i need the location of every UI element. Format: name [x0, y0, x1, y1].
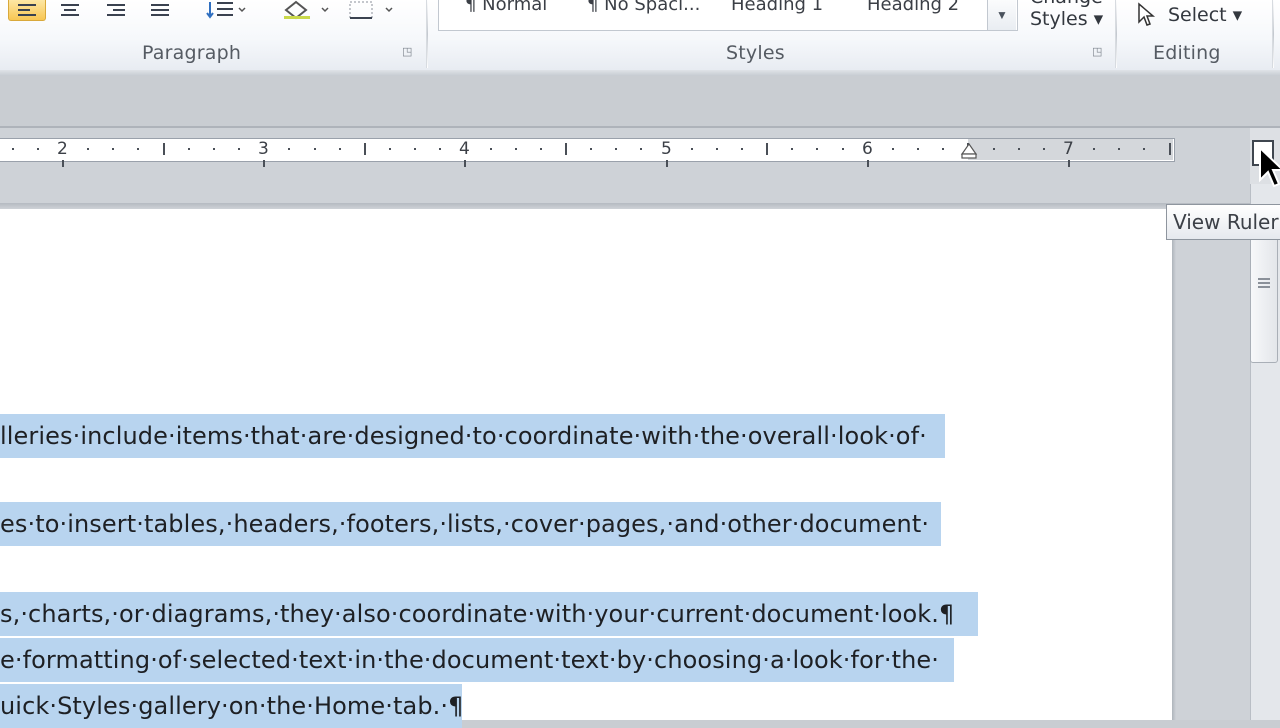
ruler-dot-mark	[288, 148, 290, 150]
line-spacing-button[interactable]	[204, 0, 252, 20]
shading-bucket-icon	[284, 0, 329, 20]
group-separator	[1115, 0, 1117, 68]
selected-text-line[interactable]: lleries·include·items·that·are·designed·…	[0, 414, 945, 458]
gallery-more-button[interactable]: ▼	[987, 0, 1016, 30]
justify-button[interactable]	[146, 0, 174, 20]
ruler-inch-tick	[1068, 160, 1070, 167]
change-styles-button[interactable]: Styles ▾	[1030, 8, 1103, 30]
style-heading-1[interactable]: Heading 1	[731, 0, 823, 20]
paragraph-group-label: Paragraph	[142, 42, 242, 64]
borders-icon	[349, 1, 393, 19]
borders-button[interactable]	[344, 0, 400, 20]
ruler-dot-mark	[892, 148, 894, 150]
ruler-dot-mark	[414, 148, 416, 150]
ruler-dot-mark	[691, 148, 693, 150]
ruler-dot-mark	[640, 148, 642, 150]
selected-text-line[interactable]: es·to·insert·tables,·headers,·footers,·l…	[0, 502, 941, 546]
mouse-pointer-icon	[1259, 146, 1280, 188]
ruler-dot-mark	[615, 148, 617, 150]
selected-text-line[interactable]: uick·Styles·gallery·on·the·Home·tab.·¶	[0, 684, 463, 728]
justify-icon	[151, 4, 169, 16]
quick-styles-gallery[interactable]: ¶ Normal ¶ No Spaci... Heading 1 Heading…	[438, 0, 1018, 31]
selected-text-line[interactable]: s,·charts,·or·diagrams,·they·also·coordi…	[0, 592, 978, 636]
ruler-number: 3	[258, 139, 269, 159]
ruler-number: 5	[661, 139, 672, 159]
ruler-inch-tick	[263, 160, 265, 167]
ruler-half-inch-mark	[766, 143, 768, 155]
toolbar-band	[0, 76, 1280, 128]
page-gutter	[1172, 209, 1250, 720]
align-right-icon	[107, 4, 125, 16]
ruler-inch-tick	[867, 160, 869, 167]
group-separator	[426, 0, 428, 68]
view-ruler-tooltip: View Ruler	[1166, 204, 1280, 240]
change-styles-top-label[interactable]: Change	[1030, 0, 1103, 8]
group-separator	[1272, 0, 1274, 68]
scrollbar-grip-icon	[1258, 278, 1270, 290]
align-right-button[interactable]	[102, 0, 130, 20]
ruler-dot-mark	[389, 148, 391, 150]
styles-group-label: Styles	[726, 42, 785, 64]
ruler-dot-mark	[213, 148, 215, 150]
ruler-dot-mark	[188, 148, 190, 150]
ruler-number: 4	[459, 139, 470, 159]
right-indent-marker-icon[interactable]	[960, 142, 978, 160]
align-left-button[interactable]	[8, 0, 46, 21]
style-normal[interactable]: ¶ Normal	[465, 0, 547, 20]
editing-group-label: Editing	[1153, 42, 1221, 64]
ruler-dot-mark	[1093, 148, 1095, 150]
ruler-half-inch-mark	[364, 143, 366, 155]
styles-dialog-launcher-icon[interactable]: ◳	[1092, 46, 1105, 59]
align-center-icon	[61, 4, 79, 16]
ruler-dot-mark	[1118, 148, 1120, 150]
align-center-button[interactable]	[56, 0, 84, 20]
ruler-half-inch-mark	[163, 143, 165, 155]
ruler-dot-mark	[816, 148, 818, 150]
select-cursor-icon	[1138, 2, 1156, 26]
select-button[interactable]: Select ▾	[1168, 4, 1242, 26]
page-edge-shadow	[1172, 209, 1176, 720]
ruler-dot-mark	[741, 148, 743, 150]
ruler-dot-mark	[1043, 148, 1045, 150]
ruler-dot-mark	[842, 148, 844, 150]
ruler-half-inch-mark	[1169, 143, 1171, 155]
ruler-dot-mark	[112, 148, 114, 150]
ruler-inch-tick	[62, 160, 64, 167]
shading-button[interactable]	[280, 0, 336, 20]
paragraph-dialog-launcher-icon[interactable]: ◳	[402, 46, 415, 59]
line-spacing-icon	[206, 2, 246, 19]
ruler-dot-mark	[515, 148, 517, 150]
ribbon: Paragraph ◳ ¶ Normal ¶ No Spaci... Headi…	[0, 0, 1280, 71]
gallery-more-icon: ▼	[996, 8, 1008, 22]
ruler-dot-mark	[87, 148, 89, 150]
ruler-inch-tick	[464, 160, 466, 167]
ruler-dot-mark	[942, 148, 944, 150]
selected-text-line[interactable]: e·formatting·of·selected·text·in·the·doc…	[0, 638, 954, 682]
ruler-inch-tick	[666, 160, 668, 167]
ruler-dot-mark	[1143, 148, 1145, 150]
ruler-dot-mark	[540, 148, 542, 150]
style-heading-2[interactable]: Heading 2	[867, 0, 959, 20]
ruler-dot-mark	[716, 148, 718, 150]
ruler-dot-mark	[238, 148, 240, 150]
ruler-dot-mark	[590, 148, 592, 150]
ruler-dot-mark	[993, 148, 995, 150]
style-no-spacing[interactable]: ¶ No Spaci...	[587, 0, 700, 20]
ruler-dot-mark	[1018, 148, 1020, 150]
ruler-dot-mark	[917, 148, 919, 150]
ruler-dot-mark	[12, 148, 14, 150]
ruler-dot-mark	[314, 148, 316, 150]
ruler-number: 6	[862, 139, 873, 159]
ruler-dot-mark	[339, 148, 341, 150]
ruler-number: 2	[57, 139, 68, 159]
ruler-dot-mark	[791, 148, 793, 150]
ruler-dot-mark	[137, 148, 139, 150]
ruler-dot-mark	[439, 148, 441, 150]
ruler-number: 7	[1063, 139, 1074, 159]
ruler-half-inch-mark	[565, 143, 567, 155]
align-left-icon	[18, 4, 36, 16]
ruler-dot-mark	[37, 148, 39, 150]
scrollbar-thumb[interactable]	[1250, 235, 1278, 363]
ruler-dot-mark	[490, 148, 492, 150]
